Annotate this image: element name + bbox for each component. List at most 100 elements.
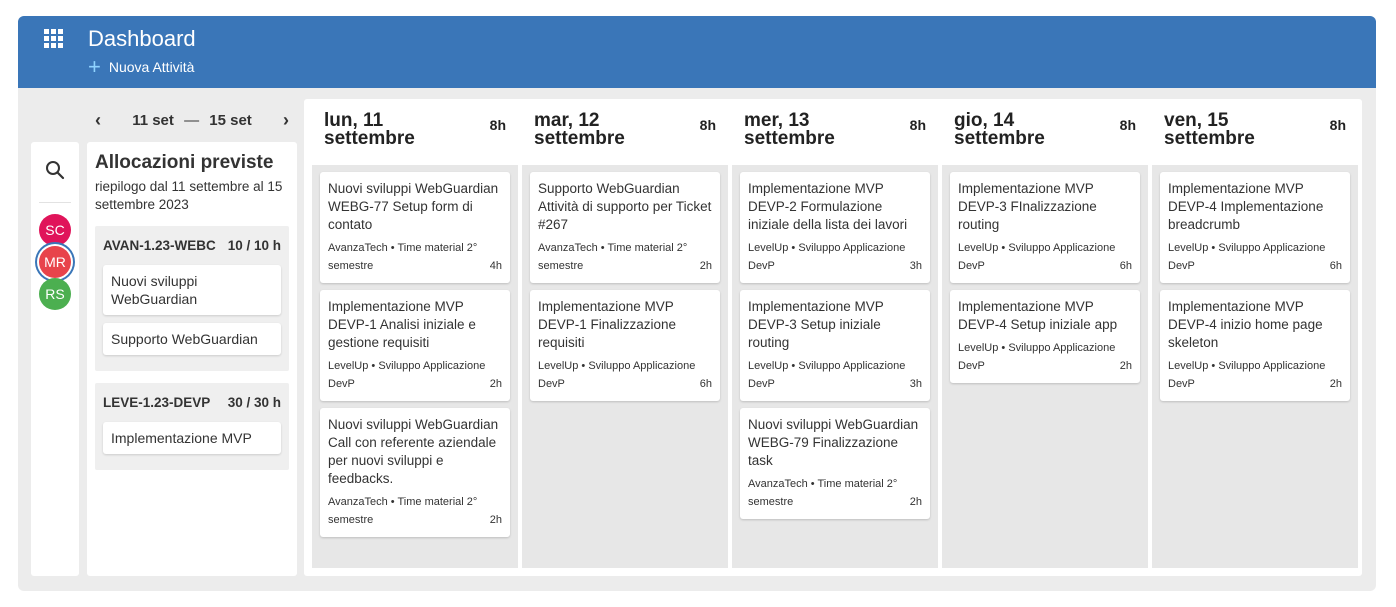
- task-card[interactable]: Implementazione MVP DEVP-3 Setup inizial…: [740, 290, 930, 401]
- day-task-list[interactable]: Implementazione MVP DEVP-3 FInalizzazion…: [942, 165, 1148, 568]
- task-meta: AvanzaTech • Time material 2° semestre 2h: [538, 239, 712, 275]
- task-project: LevelUp • Sviluppo Applicazione DevP: [748, 360, 906, 390]
- day-header: gio, 14 settembre 8h: [942, 99, 1148, 165]
- task-title: Implementazione MVP DEVP-4 inizio home p…: [1168, 299, 1323, 350]
- allocated-hours: 10 / 10 h: [227, 238, 281, 253]
- task-card[interactable]: Implementazione MVP DEVP-1 Analisi inizi…: [320, 290, 510, 401]
- task-hours: 3h: [909, 260, 922, 272]
- task-project: LevelUp • Sviluppo Applicazione DevP: [958, 342, 1116, 372]
- task-card[interactable]: Nuovi sviluppi WebGuardian WEBG-77 Setup…: [320, 172, 510, 283]
- user-avatar[interactable]: RS: [39, 278, 71, 310]
- task-project: LevelUp • Sviluppo Applicazione DevP: [958, 242, 1116, 272]
- day-task-list[interactable]: Nuovi sviluppi WebGuardian WEBG-77 Setup…: [312, 165, 518, 568]
- allocations-title: Allocazioni previste: [95, 152, 274, 173]
- chevron-left-icon[interactable]: ‹: [88, 110, 108, 131]
- day-hours: 8h: [1329, 117, 1346, 133]
- task-meta: LevelUp • Sviluppo Applicazione DevP 2h: [328, 357, 502, 393]
- allocation-item[interactable]: Implementazione MVP: [103, 422, 281, 454]
- user-avatar[interactable]: MR: [39, 246, 71, 278]
- week-start: 11 set: [132, 112, 174, 129]
- allocation-group-header: AVAN-1.23-WEBC 10 / 10 h: [103, 238, 281, 253]
- task-meta: LevelUp • Sviluppo Applicazione DevP 3h: [748, 357, 922, 393]
- allocation-item[interactable]: Supporto WebGuardian: [103, 323, 281, 355]
- task-card[interactable]: Nuovi sviluppi WebGuardian Call con refe…: [320, 408, 510, 537]
- task-title: Nuovi sviluppi WebGuardian WEBG-79 Final…: [748, 417, 919, 468]
- user-avatar[interactable]: SC: [39, 214, 71, 246]
- search-icon[interactable]: [45, 160, 65, 180]
- day-task-list[interactable]: Supporto WebGuardian Attività di support…: [522, 165, 728, 568]
- day-task-list[interactable]: Implementazione MVP DEVP-4 Implementazio…: [1152, 165, 1358, 568]
- project-code: AVAN-1.23-WEBC: [103, 238, 216, 253]
- new-task-label: Nuova Attività: [108, 59, 195, 75]
- day-header: lun, 11 settembre 8h: [312, 99, 518, 165]
- allocations-subtitle: riepilogo dal 11 settembre al 15 settemb…: [95, 179, 283, 212]
- day-hours: 8h: [489, 117, 506, 133]
- task-card[interactable]: Nuovi sviluppi WebGuardian WEBG-79 Final…: [740, 408, 930, 519]
- task-meta: AvanzaTech • Time material 2° semestre 2h: [328, 493, 502, 529]
- task-card[interactable]: Implementazione MVP DEVP-4 Setup inizial…: [950, 290, 1140, 383]
- allocated-hours: 30 / 30 h: [227, 395, 281, 410]
- project-code: LEVE-1.23-DEVP: [103, 395, 211, 410]
- apps-grid-icon[interactable]: [44, 29, 64, 49]
- task-title: Implementazione MVP DEVP-4 Setup inizial…: [958, 299, 1118, 332]
- task-meta: LevelUp • Sviluppo Applicazione DevP 3h: [748, 239, 922, 275]
- allocation-group: LEVE-1.23-DEVP 30 / 30 h Implementazione M…: [95, 383, 289, 470]
- task-meta: AvanzaTech • Time material 2° semestre 4h: [328, 239, 502, 275]
- task-meta: LevelUp • Sviluppo Applicazione DevP 6h: [1168, 239, 1342, 275]
- task-meta: LevelUp • Sviluppo Applicazione DevP 2h: [1168, 357, 1342, 393]
- task-title: Implementazione MVP DEVP-4 Implementazio…: [1168, 181, 1324, 232]
- day-header: mar, 12 settembre 8h: [522, 99, 728, 165]
- chevron-right-icon[interactable]: ›: [276, 110, 296, 131]
- task-project: AvanzaTech • Time material 2° semestre: [538, 242, 688, 272]
- day-column: mar, 12 settembre 8h Supporto WebGuardian …: [522, 99, 728, 569]
- task-project: LevelUp • Sviluppo Applicazione DevP: [328, 360, 486, 390]
- day-column: lun, 11 settembre 8h Nuovi sviluppi WebGua…: [312, 99, 518, 569]
- new-task-button[interactable]: + Nuova Attività: [88, 54, 195, 79]
- task-card[interactable]: Implementazione MVP DEVP-4 inizio home p…: [1160, 290, 1350, 401]
- day-hours: 8h: [699, 117, 716, 133]
- task-card[interactable]: Implementazione MVP DEVP-3 FInalizzazion…: [950, 172, 1140, 283]
- task-hours: 6h: [699, 378, 712, 390]
- allocations-panel: Allocazioni previste riepilogo dal 11 se…: [87, 142, 297, 576]
- user-filter-panel: SC MR RS: [31, 142, 79, 576]
- task-project: AvanzaTech • Time material 2° semestre: [328, 242, 478, 272]
- task-title: Implementazione MVP DEVP-3 FInalizzazion…: [958, 181, 1097, 232]
- task-project: AvanzaTech • Time material 2° semestre: [328, 496, 478, 526]
- allocation-group-header: LEVE-1.23-DEVP 30 / 30 h: [103, 395, 281, 410]
- task-card[interactable]: Implementazione MVP DEVP-4 Implementazio…: [1160, 172, 1350, 283]
- week-end: 15 set: [209, 112, 252, 129]
- task-title: Implementazione MVP DEVP-1 Analisi inizi…: [328, 299, 476, 350]
- day-column: gio, 14 settembre 8h Implementazione MVP D…: [942, 99, 1148, 569]
- task-hours: 4h: [489, 260, 502, 272]
- day-column: ven, 15 settembre 8h Implementazione MVP D…: [1152, 99, 1358, 569]
- task-hours: 2h: [489, 378, 502, 390]
- task-card[interactable]: Supporto WebGuardian Attività di support…: [530, 172, 720, 283]
- divider: [39, 202, 71, 203]
- week-navigator: ‹ 11 set — 15 set ›: [88, 110, 296, 131]
- task-meta: LevelUp • Sviluppo Applicazione DevP 6h: [958, 239, 1132, 275]
- task-hours: 2h: [699, 260, 712, 272]
- week-separator: —: [184, 112, 200, 129]
- task-hours: 2h: [1119, 360, 1132, 372]
- allocation-group: AVAN-1.23-WEBC 10 / 10 h Nuovi sviluppi We…: [95, 226, 289, 371]
- task-hours: 3h: [909, 378, 922, 390]
- day-column: mer, 13 settembre 8h Implementazione MVP D…: [732, 99, 938, 569]
- task-title: Nuovi sviluppi WebGuardian WEBG-77 Setup…: [328, 181, 499, 232]
- task-meta: LevelUp • Sviluppo Applicazione DevP 2h: [958, 339, 1132, 375]
- task-title: Implementazione MVP DEVP-1 Finalizzazion…: [538, 299, 677, 350]
- task-title: Supporto WebGuardian Attività di support…: [538, 181, 712, 232]
- page-title: Dashboard: [88, 26, 196, 51]
- day-task-list[interactable]: Implementazione MVP DEVP-2 Formulazione …: [732, 165, 938, 568]
- day-label: ven, 15 settembre: [1164, 110, 1255, 149]
- day-hours: 8h: [1119, 117, 1136, 133]
- header-bar: Dashboard + Nuova Attività: [18, 16, 1376, 88]
- task-card[interactable]: Implementazione MVP DEVP-2 Formulazione …: [740, 172, 930, 283]
- week-calendar: lun, 11 settembre 8h Nuovi sviluppi WebGua…: [304, 99, 1362, 576]
- task-card[interactable]: Implementazione MVP DEVP-1 Finalizzazion…: [530, 290, 720, 401]
- task-project: AvanzaTech • Time material 2° semestre: [748, 478, 898, 508]
- task-title: Nuovi sviluppi WebGuardian Call con refe…: [328, 417, 499, 486]
- plus-icon: +: [88, 54, 101, 79]
- task-project: LevelUp • Sviluppo Applicazione DevP: [1168, 360, 1326, 390]
- task-hours: 6h: [1329, 260, 1342, 272]
- allocation-item[interactable]: Nuovi sviluppi WebGuardian: [103, 265, 281, 315]
